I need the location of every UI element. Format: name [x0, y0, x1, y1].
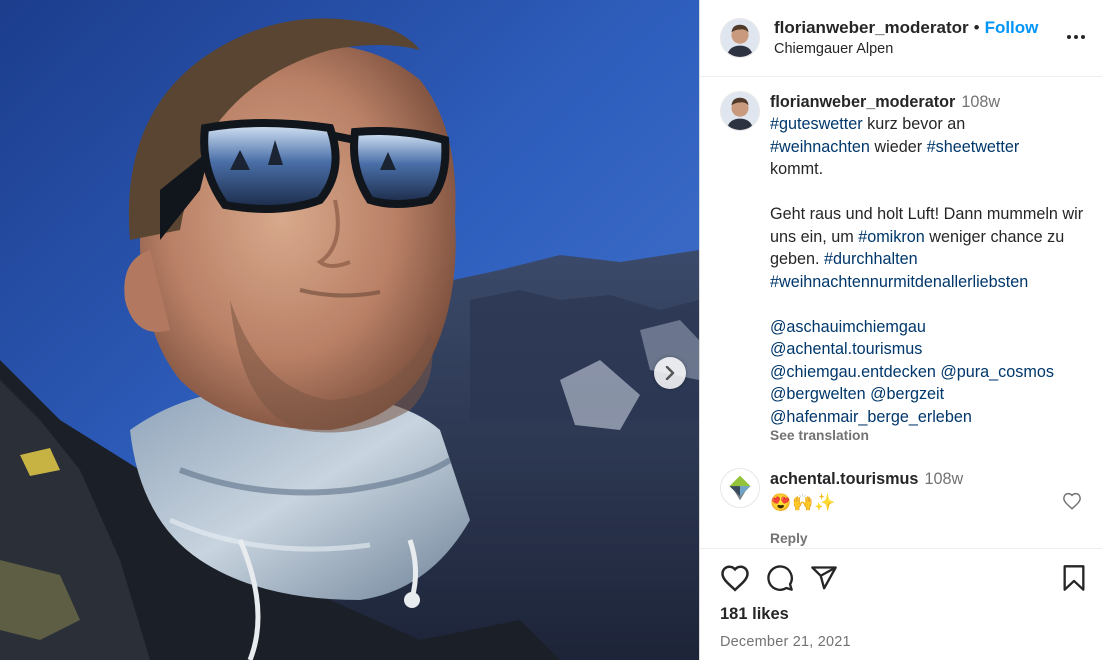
next-media-button[interactable] [654, 357, 686, 389]
mention-link[interactable]: @pura_cosmos [940, 363, 1054, 381]
caption-username[interactable]: florianweber_moderator [770, 93, 955, 111]
mention-link[interactable]: @achental.tourismus [770, 340, 922, 358]
like-button[interactable] [720, 564, 750, 592]
reply-button[interactable]: Reply [770, 528, 963, 548]
post-actions-area: 181 likes December 21, 2021 [700, 548, 1102, 660]
more-options-button[interactable] [1066, 27, 1086, 52]
post-location[interactable]: Chiemgauer Alpen [774, 41, 1038, 57]
save-button[interactable] [1062, 564, 1086, 592]
caption-fragment: kurz bevor an [862, 115, 966, 134]
mention-link[interactable]: @hafenmair_berge_erleben [770, 408, 972, 426]
post-media[interactable] [0, 0, 699, 660]
hashtag-link[interactable]: #sheetwetter [927, 138, 1020, 156]
caption-avatar[interactable] [720, 90, 760, 131]
mention-link[interactable]: @aschauimchiemgau [770, 318, 926, 336]
commenter-username[interactable]: achental.tourismus [770, 470, 918, 488]
caption: florianweber_moderator 108w #guteswetter … [720, 90, 1086, 445]
comment-time[interactable]: 108w [924, 470, 963, 488]
comment-bubble-icon [767, 565, 793, 591]
mention-link[interactable]: @chiemgau.entdecken [770, 363, 936, 381]
caption-fragment: wieder [869, 137, 927, 156]
chevron-right-icon [665, 366, 675, 380]
more-options-icon [1067, 35, 1085, 39]
comment-button[interactable] [766, 564, 794, 592]
comment-text: 😍🙌✨ [770, 493, 837, 513]
post-modal: florianweber_moderator • Follow Chiemgau… [0, 0, 1102, 660]
hashtag-link[interactable]: #durchhalten [824, 250, 918, 268]
share-button[interactable] [810, 564, 838, 592]
bookmark-icon [1063, 565, 1085, 591]
paper-plane-icon [811, 566, 837, 590]
commenter-avatar[interactable] [720, 468, 760, 509]
post-side-panel: florianweber_moderator • Follow Chiemgau… [699, 0, 1102, 660]
mention-link[interactable]: @bergwelten [770, 385, 866, 403]
comment-item: achental.tourismus 108w 😍🙌✨ Reply [720, 468, 1086, 548]
see-translation-button[interactable]: See translation [770, 428, 1086, 444]
separator-dot: • [973, 18, 980, 38]
post-header: florianweber_moderator • Follow Chiemgau… [700, 0, 1102, 77]
author-username[interactable]: florianweber_moderator [774, 18, 969, 38]
hashtag-link[interactable]: #omikron [858, 228, 925, 246]
post-date[interactable]: December 21, 2021 [720, 634, 1086, 650]
caption-time[interactable]: 108w [961, 93, 1000, 111]
heart-icon [721, 565, 749, 592]
heart-icon [1063, 493, 1081, 510]
post-photo [0, 0, 699, 660]
post-actions [720, 563, 1086, 593]
hashtag-link[interactable]: #weihnachtennurmitdenallerliebsten [770, 273, 1028, 291]
follow-button[interactable]: Follow [985, 18, 1039, 38]
mention-link[interactable]: @bergzeit [870, 385, 944, 403]
likes-count[interactable]: 181 likes [720, 605, 1086, 624]
caption-text: florianweber_moderator 108w #guteswetter … [770, 91, 1086, 445]
hashtag-link[interactable]: #guteswetter [770, 115, 863, 133]
comments-section[interactable]: florianweber_moderator 108w #guteswetter … [700, 77, 1102, 548]
caption-fragment: kommt. [770, 160, 824, 179]
hashtag-link[interactable]: #weihnachten [770, 138, 870, 156]
comment-like-button[interactable] [1062, 492, 1082, 515]
author-avatar[interactable] [720, 17, 760, 58]
